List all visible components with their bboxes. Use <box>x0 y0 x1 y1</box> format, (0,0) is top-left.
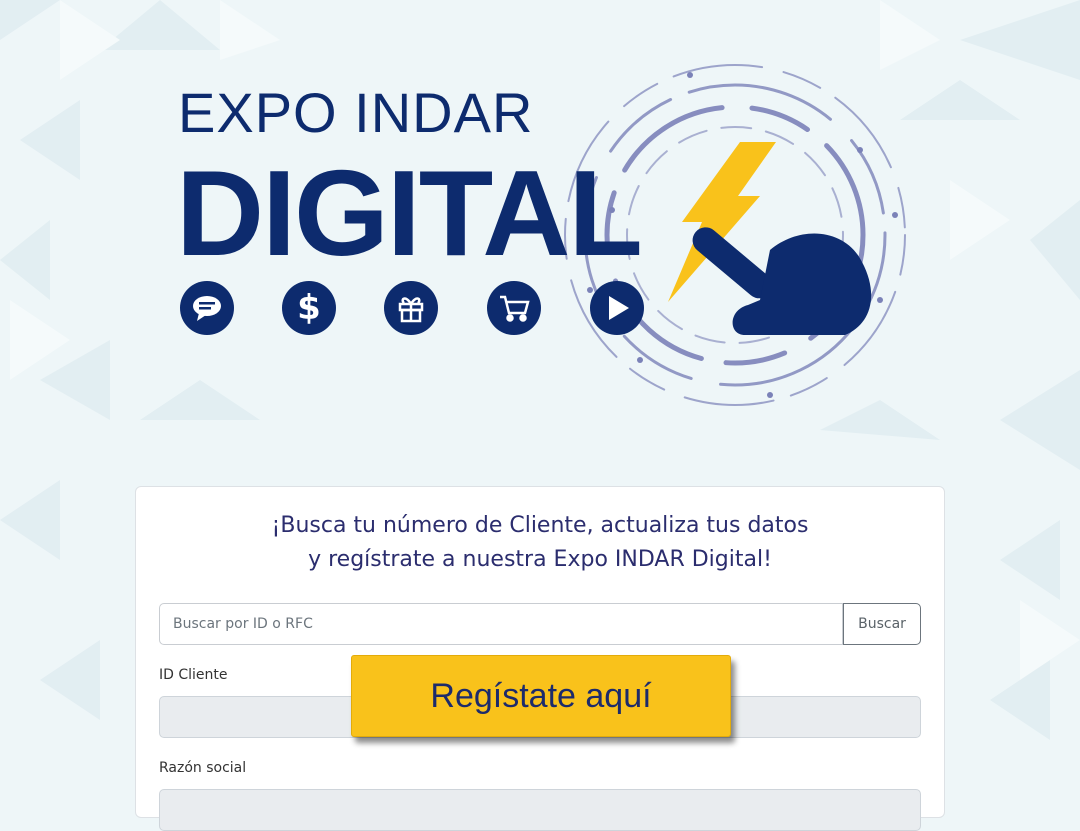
gift-icon <box>384 281 438 335</box>
logo-title-main: DIGITAL <box>176 145 643 281</box>
register-here-button[interactable]: Regístate aquí <box>351 655 731 737</box>
dollar-icon: $ <box>282 281 336 335</box>
id-cliente-label: ID Cliente <box>159 667 228 683</box>
play-icon <box>590 281 644 335</box>
card-headline: ¡Busca tu número de Cliente, actualiza t… <box>136 509 944 577</box>
search-button[interactable]: Buscar <box>843 603 921 645</box>
logo-title-top: EXPO INDAR <box>178 81 534 144</box>
expo-indar-logo: EXPO INDAR DIGITAL $ <box>0 0 1080 470</box>
razon-social-label: Razón social <box>159 760 247 776</box>
razon-social-field[interactable] <box>159 789 921 831</box>
chat-icon <box>180 281 234 335</box>
cart-icon <box>487 281 541 335</box>
client-search-card: ¡Busca tu número de Cliente, actualiza t… <box>135 486 945 831</box>
search-input[interactable] <box>159 603 843 645</box>
headline-line-1: ¡Busca tu número de Cliente, actualiza t… <box>271 513 809 538</box>
headline-line-2: y regístrate a nuestra Expo INDAR Digita… <box>308 547 772 572</box>
